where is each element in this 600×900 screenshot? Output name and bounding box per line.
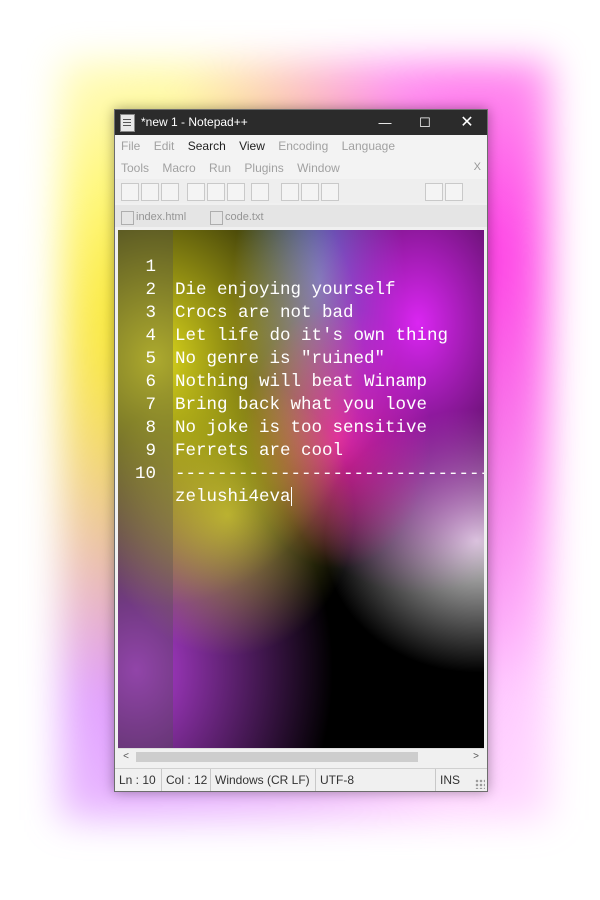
notepad-icon xyxy=(120,114,135,132)
line-text: Let life do it's own thing xyxy=(175,326,449,346)
menu-tools[interactable]: Tools xyxy=(121,157,149,179)
menu-run[interactable]: Run xyxy=(209,157,231,179)
editor-line: 10 zelushi4eva xyxy=(118,440,292,507)
line-text: Crocs are not bad xyxy=(175,303,354,323)
menu-row-2: Tools Macro Run Plugins Window xyxy=(121,157,350,179)
line-number: 10 xyxy=(134,464,156,484)
menu-close-button[interactable]: X xyxy=(474,161,481,173)
menu-encoding[interactable]: Encoding xyxy=(278,135,328,157)
menu-search[interactable]: Search xyxy=(188,135,226,157)
editor-line: 1 Die enjoying yourself xyxy=(118,233,395,300)
open-file-icon[interactable] xyxy=(141,183,159,201)
menu-view[interactable]: View xyxy=(239,135,265,157)
print-icon[interactable] xyxy=(251,183,269,201)
scroll-right-button[interactable]: > xyxy=(469,750,483,764)
horizontal-scrollbar[interactable]: < > xyxy=(118,748,484,765)
menu-plugins[interactable]: Plugins xyxy=(244,157,283,179)
editor-line: 4 No genre is "ruined" xyxy=(118,302,385,369)
editor-line: 2 Crocs are not bad xyxy=(118,256,353,323)
line-text: No genre is "ruined" xyxy=(175,349,386,369)
line-text: zelushi4eva xyxy=(175,486,292,509)
editor-line: 3 Let life do it's own thing xyxy=(118,279,448,346)
menu-macro[interactable]: Macro xyxy=(162,157,195,179)
tab-label: code.txt xyxy=(225,211,264,223)
file-icon xyxy=(121,211,134,225)
status-insert-mode: INS xyxy=(440,773,461,787)
resize-grip-icon[interactable] xyxy=(475,779,485,789)
save-icon[interactable] xyxy=(161,183,179,201)
line-text: Ferrets are cool xyxy=(175,441,344,461)
close-button[interactable]: ✕ xyxy=(447,110,487,135)
maximize-button[interactable]: ☐ xyxy=(405,110,445,135)
scroll-left-button[interactable]: < xyxy=(119,750,133,764)
line-text: Bring back what you love xyxy=(175,395,428,415)
cut-icon[interactable] xyxy=(281,183,299,201)
file-icon xyxy=(210,211,223,225)
copy-icon[interactable] xyxy=(301,183,319,201)
menu-edit[interactable]: Edit xyxy=(154,135,175,157)
menu-file[interactable]: File xyxy=(121,135,140,157)
paste-icon[interactable] xyxy=(321,183,339,201)
tab-code-txt[interactable]: code.txt xyxy=(207,208,270,226)
menu-window[interactable]: Window xyxy=(297,157,340,179)
scroll-thumb[interactable] xyxy=(136,752,418,762)
title-bar: *new 1 - Notepad++ — ☐ ✕ xyxy=(115,110,487,135)
zoom-in-icon[interactable] xyxy=(425,183,443,201)
notepad-window: *new 1 - Notepad++ — ☐ ✕ File Edit Searc… xyxy=(114,109,488,792)
line-text-value: zelushi4eva xyxy=(175,487,291,507)
close-file-icon[interactable] xyxy=(207,183,225,201)
status-column: Col : 12 xyxy=(162,769,211,791)
editor-line: 5 Nothing will beat Winamp xyxy=(118,325,427,392)
editor-line: 9 ------------------------------ xyxy=(118,417,484,484)
text-caret xyxy=(290,486,292,506)
save-all-icon[interactable] xyxy=(187,183,205,201)
tab-label: index.html xyxy=(136,211,187,223)
tab-bar: index.html code.txt xyxy=(115,205,487,227)
line-text: Nothing will beat Winamp xyxy=(175,372,428,392)
window-title: *new 1 - Notepad++ xyxy=(141,115,248,129)
status-encoding: UTF-8 xyxy=(316,769,436,791)
text-editor[interactable]: 1 Die enjoying yourself 2 Crocs are not … xyxy=(118,230,484,748)
new-file-icon[interactable] xyxy=(121,183,139,201)
status-eol: Windows (CR LF) xyxy=(211,769,316,791)
status-bar: Ln : 10 Col : 12 Windows (CR LF) UTF-8 I… xyxy=(115,768,487,791)
minimize-button[interactable]: — xyxy=(365,110,405,135)
editor-line: 8 Ferrets are cool xyxy=(118,394,343,461)
line-text: Die enjoying yourself xyxy=(175,280,396,300)
editor-line: 6 Bring back what you love xyxy=(118,348,427,415)
toolbar xyxy=(115,179,487,203)
status-line: Ln : 10 xyxy=(115,769,162,791)
menu-language[interactable]: Language xyxy=(342,135,395,157)
menu-row-1: File Edit Search View Encoding Language xyxy=(121,135,405,157)
editor-line: 7 No joke is too sensitive xyxy=(118,371,427,438)
tab-index-html[interactable]: index.html xyxy=(118,208,192,226)
line-text: No joke is too sensitive xyxy=(175,418,428,438)
zoom-out-icon[interactable] xyxy=(445,183,463,201)
line-text: ------------------------------ xyxy=(175,464,484,484)
close-all-icon[interactable] xyxy=(227,183,245,201)
menu-bar: File Edit Search View Encoding Language … xyxy=(115,135,487,179)
